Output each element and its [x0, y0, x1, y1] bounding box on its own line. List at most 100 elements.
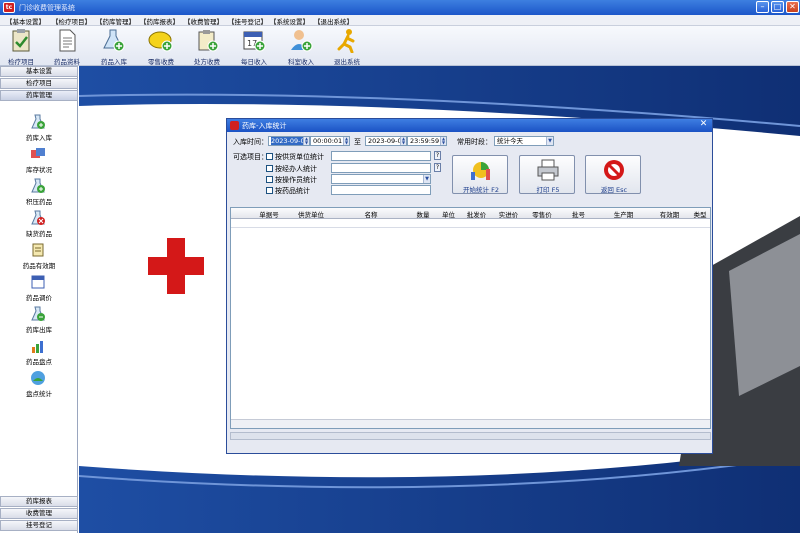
tool-check-items[interactable]: 检疗项目 [0, 27, 45, 66]
period-value: 统计今天 [497, 137, 523, 145]
col-header[interactable]: 有效期 [649, 209, 690, 219]
close-button[interactable]: ✕ [786, 1, 799, 13]
col-header[interactable]: 批发价 [461, 209, 492, 219]
col-header[interactable]: 单据号 [248, 209, 290, 219]
start-time-field[interactable]: 00:00:01 ▲ ▼ [310, 136, 350, 146]
calendar-add-icon: 17 [243, 31, 266, 52]
sidebar-item-label: 库存状况 [26, 166, 52, 174]
tool-drug-info[interactable]: 药品资料 [43, 27, 91, 66]
sidebar-item-expiry[interactable]: 药品有效期 [0, 242, 78, 272]
overstock-icon [31, 178, 45, 193]
sidebar-item-label: 积压药品 [26, 198, 52, 206]
menu-registration[interactable]: 【挂号登记】 [228, 16, 267, 26]
stocktake-stats-icon [31, 371, 45, 385]
tool-dept-income[interactable]: 科室收入 [277, 27, 325, 66]
maximize-button[interactable]: □ [771, 1, 784, 13]
col-header[interactable]: 单位 [436, 209, 461, 219]
col-header[interactable]: 实进价 [492, 209, 525, 219]
sidebar-header-basic-settings[interactable]: 基本设置 [0, 66, 78, 77]
handler-filter-field[interactable] [331, 163, 431, 173]
sidebar-item-stocktake-stats[interactable]: 盘点统计 [0, 370, 78, 400]
chevron-down-icon: ▼ [423, 175, 430, 183]
start-time-value: 00:00:01 [313, 137, 343, 145]
period-select[interactable]: 统计今天 ▼ [494, 136, 554, 146]
printer-icon [537, 159, 559, 181]
option-checkbox-handler[interactable] [266, 165, 273, 172]
sidebar-item-overstock[interactable]: 积压药品 [0, 178, 78, 208]
col-header[interactable]: 类型 [690, 209, 710, 219]
end-time-field[interactable]: 23:59:59 ▲ ▼ [407, 136, 447, 146]
tool-retail-charge[interactable]: 零售收费 [137, 27, 185, 66]
handler-lookup-button[interactable]: ? [434, 163, 441, 172]
col-header[interactable]: 生产期 [598, 209, 649, 219]
option-label-handler: 按经办人统计 [275, 165, 317, 173]
sidebar-item-inventory[interactable]: 库存状况 [0, 146, 78, 176]
menu-check-items[interactable]: 【检疗项目】 [52, 16, 91, 26]
minimize-button[interactable]: – [756, 1, 769, 13]
col-header[interactable]: 供货单位 [290, 209, 332, 219]
tool-label: 药品资料 [54, 58, 80, 66]
toolbar: 检疗项目 药品资料 药品入库 零售收费 处方收费 17 每日收入 科室收入 退出… [0, 26, 800, 66]
sidebar-header-pharmacy-mgmt[interactable]: 药库管理 [0, 90, 78, 101]
tool-prescription-charge[interactable]: 处方收费 [183, 27, 231, 66]
menu-basic-settings[interactable]: 【基本设置】 [6, 16, 45, 26]
title-bar: tc 门诊收费管理系统 – □ ✕ [0, 0, 800, 15]
end-date-field[interactable]: 2023-09-01 ▲ ▼ [365, 136, 407, 146]
menu-exit[interactable]: 【退出系统】 [314, 16, 353, 26]
supplier-filter-field[interactable] [331, 151, 431, 161]
operator-filter-select[interactable]: ▼ [331, 174, 431, 184]
sidebar-header-check-items[interactable]: 检疗项目 [0, 78, 78, 89]
print-button[interactable]: 打印 F5 [519, 155, 575, 194]
option-label-operator: 按操作员统计 [275, 176, 317, 184]
sidebar-item-price-adjust[interactable]: 药品调价 [0, 274, 78, 304]
sidebar-header-charge-mgmt[interactable]: 收费管理 [0, 508, 78, 519]
sidebar-header-registration[interactable]: 挂号登记 [0, 520, 78, 531]
menu-pharmacy-mgmt[interactable]: 【药库管理】 [96, 16, 135, 26]
tool-drug-stock-in[interactable]: 药品入库 [90, 27, 138, 66]
tool-label: 科室收入 [288, 58, 314, 66]
horizontal-scrollbar[interactable] [231, 419, 710, 428]
option-checkbox-operator[interactable] [266, 176, 273, 183]
document-icon [59, 29, 76, 52]
tool-label: 零售收费 [148, 58, 174, 66]
col-header[interactable]: 批号 [559, 209, 598, 219]
stock-out-icon [31, 306, 45, 321]
menu-system-settings[interactable]: 【系统设置】 [270, 16, 309, 26]
menu-charge-mgmt[interactable]: 【收费管理】 [184, 16, 223, 26]
start-stats-button[interactable]: 开始统计 F2 [452, 155, 508, 194]
back-button[interactable]: 返回 Esc [585, 155, 641, 194]
start-stats-label: 开始统计 F2 [463, 186, 499, 194]
tool-label: 检疗项目 [8, 58, 34, 66]
end-date-spinner-icon[interactable]: ▲ ▼ [400, 137, 406, 145]
sidebar-item-stocktake[interactable]: 药品盘点 [0, 338, 78, 368]
tool-daily-income[interactable]: 17 每日收入 [230, 27, 278, 66]
end-time-spinner-icon[interactable]: ▲ ▼ [440, 137, 446, 145]
sidebar-item-stock-out[interactable]: 药库出库 [0, 306, 78, 336]
start-date-spinner-icon[interactable]: ▲ ▼ [303, 137, 309, 145]
sidebar-item-shortage[interactable]: 缺货药品 [0, 210, 78, 240]
option-label-drug: 按药品统计 [275, 187, 310, 195]
start-date-field[interactable]: 2023-09-01 ▲ ▼ [268, 136, 310, 146]
tool-label: 每日收入 [241, 58, 267, 66]
expiry-icon [32, 243, 44, 257]
col-header[interactable]: 零售价 [525, 209, 559, 219]
menu-pharmacy-reports[interactable]: 【药库报表】 [140, 16, 179, 26]
sidebar-item-stock-in[interactable]: 药库入库 [0, 114, 78, 144]
print-label: 打印 F5 [536, 186, 560, 194]
dialog-close-button[interactable]: ✕ [698, 120, 709, 130]
col-header[interactable]: 名称 [332, 209, 410, 219]
option-checkbox-supplier[interactable] [266, 153, 273, 160]
stock-in-table[interactable]: 单据号 供货单位 名称 数量 单位 批发价 实进价 零售价 批号 生产期 有效期… [230, 207, 711, 429]
option-checkbox-drug[interactable] [266, 187, 273, 194]
shortage-icon [31, 210, 45, 225]
tool-exit-system[interactable]: 退出系统 [323, 27, 371, 66]
sidebar-header-pharmacy-reports[interactable]: 药库报表 [0, 496, 78, 507]
col-header[interactable]: 数量 [410, 209, 436, 219]
start-time-spinner-icon[interactable]: ▲ ▼ [343, 137, 349, 145]
supplier-lookup-button[interactable]: ? [434, 151, 441, 160]
sidebar-item-label: 药品调价 [26, 294, 52, 302]
price-adjust-icon [31, 275, 45, 289]
drug-filter-field[interactable] [331, 185, 431, 195]
table-row[interactable] [231, 219, 710, 228]
sidebar-item-label: 药品盘点 [26, 358, 52, 366]
